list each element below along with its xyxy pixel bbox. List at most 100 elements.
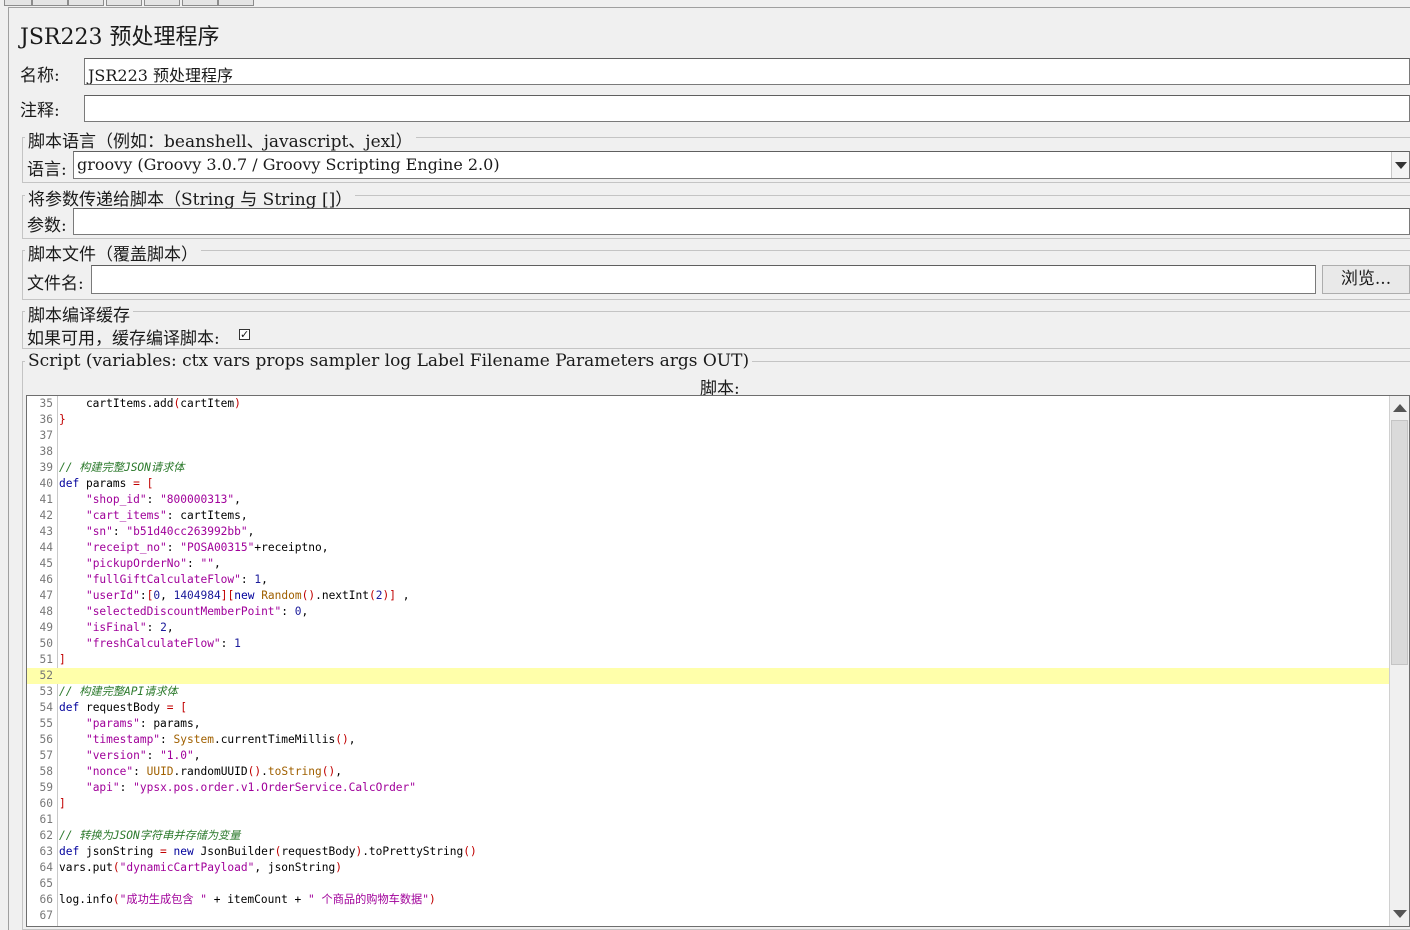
code-line[interactable]: 59 "api": "ypsx.pos.order.v1.OrderServic…: [27, 780, 1389, 796]
filename-label: 文件名:: [27, 274, 84, 294]
code-text: log.info("成功生成包含 " + itemCount + " 个商品的购…: [59, 893, 436, 906]
line-number: 45: [39, 557, 53, 570]
code-line[interactable]: 42 "cart_items": cartItems,: [27, 508, 1389, 524]
cache-label: 如果可用，缓存编译脚本:: [27, 329, 220, 349]
line-number: 42: [39, 509, 53, 522]
code-line[interactable]: 51]: [27, 652, 1389, 668]
code-line[interactable]: 54 def requestBody = [: [27, 700, 1389, 716]
script-legend: Script (variables: ctx vars props sample…: [25, 351, 753, 371]
code-text: // 转换为JSON字符串并存储为变量: [59, 829, 241, 842]
code-line[interactable]: 65: [27, 876, 1389, 892]
code-line[interactable]: 38: [27, 444, 1389, 460]
scroll-up-arrow-icon[interactable]: [1393, 404, 1407, 412]
code-line[interactable]: 57 "version": "1.0",: [27, 748, 1389, 764]
code-text: "cart_items": cartItems,: [85, 509, 248, 522]
code-line[interactable]: 48 "selectedDiscountMemberPoint": 0,: [27, 604, 1389, 620]
chevron-down-icon[interactable]: [1391, 152, 1409, 178]
code-text: // 构建完整JSON请求体: [59, 461, 185, 474]
line-number: 53: [39, 685, 53, 698]
code-line[interactable]: 62 // 转换为JSON字符串并存储为变量: [27, 828, 1389, 844]
line-number: 40: [39, 477, 53, 490]
scrollbar-thumb[interactable]: [1391, 420, 1408, 665]
code-text: def params = [: [59, 477, 154, 490]
code-line[interactable]: 60]: [27, 796, 1389, 812]
scroll-down-arrow-icon[interactable]: [1393, 910, 1407, 918]
line-number: 60: [39, 797, 53, 810]
code-line[interactable]: 43 "sn": "b51d40cc263992bb",: [27, 524, 1389, 540]
code-text: // 构建完整API请求体: [59, 685, 178, 698]
code-line[interactable]: 35 cartItems.add(cartItem): [27, 396, 1389, 412]
tab-stub[interactable]: [182, 0, 218, 6]
line-number: 35: [39, 397, 53, 410]
language-select[interactable]: groovy (Groovy 3.0.7 / Groovy Scripting …: [73, 151, 1410, 179]
tab-stub[interactable]: [4, 0, 32, 6]
cache-checkbox[interactable]: ✓: [239, 329, 250, 340]
left-splitter[interactable]: [0, 7, 9, 930]
code-text: "version": "1.0",: [85, 749, 201, 762]
tab-stub[interactable]: [32, 0, 68, 6]
line-number: 54: [39, 701, 53, 714]
vertical-scrollbar[interactable]: [1389, 396, 1409, 926]
code-text: "selectedDiscountMemberPoint": 0,: [85, 605, 309, 618]
filename-field[interactable]: [91, 265, 1316, 294]
line-number: 59: [39, 781, 53, 794]
script-editor[interactable]: 35 cartItems.add(cartItem) 36} 37 38 39// 构建…: [26, 395, 1410, 927]
code-text: "userId":[0, 1404984][new Random().nextI…: [85, 589, 410, 602]
line-number: 58: [39, 765, 53, 778]
code-line[interactable]: 64 vars.put("dynamicCartPayload", jsonStr…: [27, 860, 1389, 876]
line-number: 67: [39, 909, 53, 922]
code-line[interactable]: 55 "params": params,: [27, 716, 1389, 732]
divider: [8, 7, 1410, 8]
code-text: }: [59, 413, 66, 426]
code-text: "sn": "b51d40cc263992bb",: [85, 525, 255, 538]
code-line[interactable]: 52: [27, 668, 1389, 684]
line-number: 63: [39, 845, 53, 858]
parameters-field[interactable]: [73, 208, 1410, 235]
tab-stub[interactable]: [218, 0, 254, 6]
code-line[interactable]: 61: [27, 812, 1389, 828]
code-line[interactable]: 67: [27, 908, 1389, 924]
code-line[interactable]: 50 "freshCalculateFlow": 1: [27, 636, 1389, 652]
compile-cache-legend: 脚本编译缓存: [25, 301, 133, 326]
line-number: 44: [39, 541, 53, 554]
line-number: 56: [39, 733, 53, 746]
code-line[interactable]: 41 "shop_id": "800000313",: [27, 492, 1389, 508]
code-line[interactable]: 40 def params = [: [27, 476, 1389, 492]
parameters-legend: 将参数传递给脚本（String 与 String []）: [25, 185, 356, 210]
code-line[interactable]: 49 "isFinal": 2,: [27, 620, 1389, 636]
checkmark-icon: ✓: [240, 328, 250, 341]
code-text: cartItems.add(cartItem): [59, 397, 241, 410]
code-text: ]: [59, 653, 66, 666]
code-line[interactable]: 53 // 构建完整API请求体: [27, 684, 1389, 700]
tab-stub[interactable]: [68, 0, 104, 6]
line-number: 50: [39, 637, 53, 650]
tab-stub[interactable]: [106, 0, 142, 6]
code-line[interactable]: 63 def jsonString = new JsonBuilder(reque…: [27, 844, 1389, 860]
code-line[interactable]: 56 "timestamp": System.currentTimeMillis…: [27, 732, 1389, 748]
code-text: ]: [59, 797, 66, 810]
code-line[interactable]: 36}: [27, 412, 1389, 428]
line-number: 52: [39, 669, 53, 682]
code-line[interactable]: 39 // 构建完整JSON请求体: [27, 460, 1389, 476]
code-text: "params": params,: [85, 717, 201, 730]
code-text: def requestBody = [: [59, 701, 188, 714]
code-line[interactable]: 46 "fullGiftCalculateFlow": 1,: [27, 572, 1389, 588]
code-text: "receipt_no": "POSA00315"+receiptno,: [85, 541, 329, 554]
line-number: 57: [39, 749, 53, 762]
line-number: 38: [39, 445, 53, 458]
code-line[interactable]: 44 "receipt_no": "POSA00315"+receiptno,: [27, 540, 1389, 556]
code-line[interactable]: 45 "pickupOrderNo": "",: [27, 556, 1389, 572]
code-line[interactable]: 58 "nonce": UUID.randomUUID().toString()…: [27, 764, 1389, 780]
script-language-legend: 脚本语言（例如：beanshell、javascript、jexl）: [25, 127, 416, 152]
code-line[interactable]: 37: [27, 428, 1389, 444]
code-line[interactable]: 66 log.info("成功生成包含 " + itemCount + " 个商品…: [27, 892, 1389, 908]
line-number: 37: [39, 429, 53, 442]
tab-stub[interactable]: [144, 0, 180, 6]
name-field[interactable]: JSR223 预处理程序: [84, 58, 1410, 85]
browse-button[interactable]: 浏览...: [1322, 265, 1410, 294]
line-number: 65: [39, 877, 53, 890]
code-line[interactable]: 47 "userId":[0, 1404984][new Random().ne…: [27, 588, 1389, 604]
line-number: 66: [39, 893, 53, 906]
comment-field[interactable]: [84, 95, 1410, 122]
line-number: 62: [39, 829, 53, 842]
